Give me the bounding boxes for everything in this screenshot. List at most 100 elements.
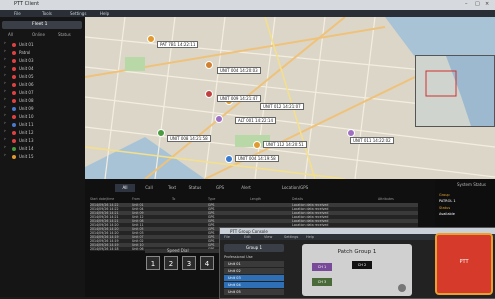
settings-icon[interactable] [398, 284, 406, 292]
status-dot-icon [12, 114, 16, 119]
device-list-item[interactable]: › Unit 05 [4, 73, 82, 80]
vehicle-marker-icon[interactable] [215, 115, 223, 123]
chevron-right-icon: › [4, 81, 6, 86]
device-list-item[interactable]: › Unit 09 [4, 105, 82, 112]
column-header[interactable]: Details [292, 197, 303, 201]
chevron-right-icon: › [4, 65, 6, 70]
popup-menu-edit[interactable]: Edit [244, 235, 251, 239]
group-console-window: PTT Group Console File Edit View Setting… [219, 227, 495, 299]
chevron-right-icon: › [4, 145, 6, 150]
device-list-item[interactable]: › Unit 06 [4, 81, 82, 88]
status-dot-icon [12, 42, 16, 47]
device-list-item[interactable]: › Unit 07 [4, 89, 82, 96]
maximize-icon[interactable]: □ [475, 1, 480, 7]
device-sidebar: Fleet 1 All Online Status › Unit 01 › Patro… [0, 17, 85, 297]
column-header[interactable]: Attributes [378, 197, 394, 201]
ptt-red-tile[interactable]: PTT [435, 233, 493, 295]
menu-help[interactable]: Help [100, 11, 109, 16]
device-list-item[interactable]: › Unit 03 [4, 57, 82, 64]
device-list-item[interactable]: › Unit 11 [4, 121, 82, 128]
tab-status[interactable]: Status [58, 32, 71, 37]
fleet-header[interactable]: Fleet 1 [2, 21, 82, 29]
device-list-item[interactable]: › Unit 10 [4, 113, 82, 120]
device-label: Unit 15 [19, 154, 34, 159]
patch-button-2[interactable]: CH 2 [352, 261, 372, 269]
device-list-item[interactable]: › Unit 15 [4, 153, 82, 160]
device-label: Unit 01 [19, 42, 34, 47]
device-list-item[interactable]: › Unit 08 [4, 97, 82, 104]
chevron-right-icon: › [4, 89, 6, 94]
status-dot-icon [12, 122, 16, 127]
close-icon[interactable]: × [485, 1, 489, 7]
vehicle-marker-icon[interactable] [205, 90, 213, 98]
minimize-icon[interactable]: – [465, 1, 468, 7]
speed-dial-3[interactable]: 3 [182, 256, 196, 270]
device-list-item[interactable]: › Patrol [4, 49, 82, 56]
column-header[interactable]: From [132, 197, 140, 201]
popup-menu-view[interactable]: View [264, 235, 272, 239]
patch-button-3[interactable]: CH 3 [312, 278, 332, 286]
popup-group-item[interactable]: Unit 02 [224, 268, 284, 274]
vehicle-map-label[interactable]: UNIT 008 14:21:58 [167, 135, 211, 142]
vehicle-marker-icon[interactable] [157, 129, 165, 137]
popup-menu-help[interactable]: Help [306, 235, 314, 239]
vehicle-marker-icon[interactable] [225, 155, 233, 163]
event-tab[interactable]: Text [163, 184, 181, 192]
map-view[interactable]: PAT 7B1 14:22:11 UNIT 004 14:20:03 UNIT 00… [85, 17, 495, 179]
vehicle-map-label[interactable]: UNIT 112 14:20:51 [263, 141, 307, 148]
speed-dial-4[interactable]: 4 [200, 256, 214, 270]
column-header[interactable]: Length [250, 197, 261, 201]
column-header[interactable]: Start date/time [90, 197, 114, 201]
vehicle-marker-icon[interactable] [347, 129, 355, 137]
event-tab[interactable]: All [115, 184, 135, 192]
tab-online[interactable]: Online [32, 32, 45, 37]
vehicle-map-label[interactable]: PAT 7B1 14:22:11 [157, 41, 199, 48]
overview-minimap[interactable] [415, 55, 495, 127]
popup-menu-settings[interactable]: Settings [284, 235, 298, 239]
popup-group-item[interactable]: Unit 03 [224, 275, 284, 281]
column-header[interactable]: To [172, 197, 175, 201]
vehicle-map-label[interactable]: UNIT 004 14:20:03 [217, 67, 261, 74]
popup-group-sub: Professional Use [224, 255, 253, 259]
patch-group-card[interactable]: Patch Group 1 CH 1 CH 2 CH 3 [302, 244, 412, 296]
speed-dial-2[interactable]: 2 [164, 256, 178, 270]
vehicle-map-label[interactable]: UNIT 011 14:22:02 [350, 137, 394, 144]
popup-group-item[interactable]: Unit 05 [224, 289, 284, 295]
device-list-item[interactable]: › Unit 01 [4, 41, 82, 48]
chevron-right-icon: › [4, 137, 6, 142]
popup-group-item[interactable]: Unit 04 [224, 282, 284, 288]
column-header[interactable]: Type [208, 197, 215, 201]
device-label: Unit 11 [19, 122, 34, 127]
device-list-item[interactable]: › Unit 14 [4, 145, 82, 152]
vehicle-map-label[interactable]: UNIT 009 14:21:47 [217, 95, 261, 102]
event-tab[interactable]: GPS [210, 184, 230, 192]
vehicle-marker-icon[interactable] [205, 61, 213, 69]
chevron-right-icon: › [4, 57, 6, 62]
device-list-item[interactable]: › Unit 04 [4, 65, 82, 72]
vehicle-marker-icon[interactable] [253, 141, 261, 149]
device-list-item[interactable]: › Unit 12 [4, 129, 82, 136]
vehicle-marker-icon[interactable] [147, 35, 155, 43]
status-dot-icon [12, 138, 16, 143]
vehicle-map-label[interactable]: UNIT 012 14:21:07 [260, 103, 304, 110]
event-tab[interactable]: Alert [235, 184, 257, 192]
popup-group-header[interactable]: Group 1 [224, 244, 284, 252]
device-label: Unit 14 [19, 146, 34, 151]
vehicle-map-label[interactable]: ALT 001 14:22:14 [235, 117, 276, 124]
patch-button-1[interactable]: CH 1 [312, 263, 332, 271]
status-dot-icon [12, 90, 16, 95]
device-label: Unit 07 [19, 90, 34, 95]
event-tab[interactable]: Location/GPS [270, 184, 320, 192]
device-list-item[interactable]: › Unit 13 [4, 137, 82, 144]
fleet-title: Fleet 1 [32, 22, 48, 27]
popup-group-item[interactable]: Unit 01 [224, 261, 284, 267]
menu-settings[interactable]: Settings [70, 11, 86, 16]
menu-file[interactable]: File [14, 11, 21, 16]
event-tab[interactable]: Call [140, 184, 158, 192]
tab-all[interactable]: All [8, 32, 13, 37]
speed-dial-1[interactable]: 1 [146, 256, 160, 270]
menu-tools[interactable]: Tools [42, 11, 52, 16]
event-tab[interactable]: Status [185, 184, 205, 192]
vehicle-map-label[interactable]: UNIT 004 14:19:58 [235, 155, 279, 162]
popup-menu-file[interactable]: File [224, 235, 230, 239]
